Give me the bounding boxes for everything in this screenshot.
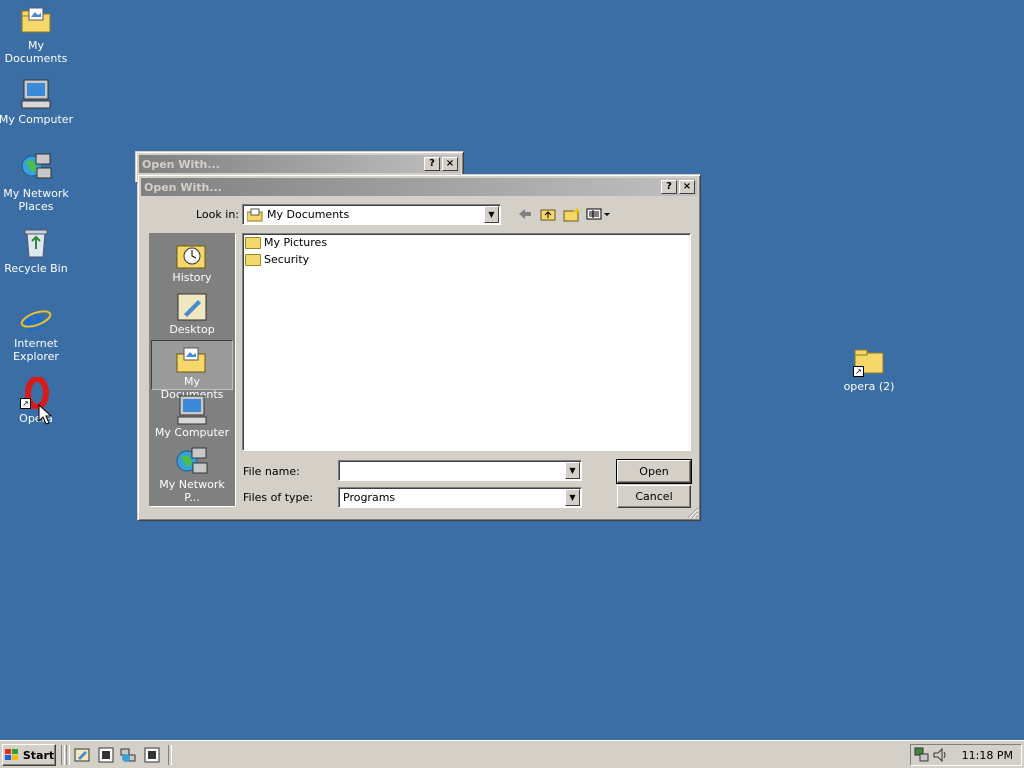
- desktop-icon-my-computer[interactable]: My Computer: [0, 78, 74, 126]
- file-name-field[interactable]: ▼: [338, 460, 582, 481]
- start-button[interactable]: Start: [2, 744, 56, 766]
- system-tray: 11:18 PM: [910, 744, 1022, 766]
- desktop-icon-label: Opera: [19, 412, 53, 425]
- my-documents-icon: [176, 344, 208, 374]
- files-of-type-dropdown[interactable]: Programs ▼: [338, 487, 582, 508]
- network-status-icon[interactable]: [914, 747, 930, 763]
- places-label: My Computer: [154, 426, 230, 439]
- open-button[interactable]: Open: [616, 459, 692, 484]
- desktop-icon-label: Internet Explorer: [13, 337, 59, 363]
- desktop-icon-opera[interactable]: ↗ Opera: [0, 376, 74, 425]
- desktop-icon-internet-explorer[interactable]: e Internet Explorer: [0, 302, 74, 363]
- recycle-bin-icon: [20, 227, 52, 259]
- places-my-documents[interactable]: My Documents: [151, 340, 233, 401]
- places-history[interactable]: History: [151, 237, 233, 287]
- file-item-label: My Pictures: [264, 236, 328, 249]
- history-icon: [176, 240, 208, 270]
- dialog-title-bar[interactable]: Open With... ? ×: [141, 178, 697, 196]
- close-icon: ×: [445, 158, 455, 169]
- start-label: Start: [22, 748, 55, 762]
- open-button-label: Open: [639, 465, 669, 478]
- shortcut-arrow-icon: ↗: [20, 398, 31, 409]
- view-menu-icon[interactable]: [586, 208, 612, 220]
- window-title: Open With...: [142, 157, 220, 171]
- close-icon: ×: [682, 181, 692, 192]
- places-label: Desktop: [169, 323, 215, 336]
- cancel-button[interactable]: Cancel: [617, 485, 691, 508]
- svg-text:e: e: [24, 303, 43, 334]
- taskbar-separator: [61, 745, 65, 765]
- my-documents-small-icon: [247, 208, 263, 222]
- up-folder-icon[interactable]: [540, 207, 556, 221]
- clock: 11:18 PM: [961, 749, 1013, 762]
- help-glyph: ?: [429, 158, 435, 169]
- files-of-type-value: Programs: [343, 491, 396, 504]
- desktop-icon-label: My Documents: [4, 39, 68, 65]
- chevron-down-icon[interactable]: ▼: [484, 206, 499, 223]
- cancel-button-label: Cancel: [635, 490, 673, 503]
- desktop-icon-label: My Network Places: [3, 187, 69, 213]
- show-desktop-icon[interactable]: [74, 747, 90, 763]
- my-documents-icon: [20, 4, 52, 36]
- look-in-label: Look in:: [196, 208, 239, 221]
- desktop-icon-label: opera (2): [843, 380, 895, 393]
- desktop-icon-recycle-bin[interactable]: Recycle Bin: [0, 227, 74, 275]
- desktop-icon-label: Recycle Bin: [4, 262, 68, 275]
- taskbar: Start 11:18 PM: [0, 740, 1024, 768]
- chevron-down-icon[interactable]: ▼: [565, 462, 580, 479]
- mouse-cursor-icon: [38, 404, 52, 425]
- list-item[interactable]: Security: [245, 253, 309, 266]
- chevron-down-icon[interactable]: ▼: [565, 489, 580, 506]
- places-my-computer[interactable]: My Computer: [151, 392, 233, 442]
- places-my-network-places[interactable]: My Network P...: [151, 444, 233, 504]
- shortcut-arrow-icon: ↗: [853, 366, 864, 377]
- files-of-type-label: Files of type:: [243, 491, 314, 504]
- resize-grip-icon[interactable]: [687, 507, 699, 519]
- places-desktop[interactable]: Desktop: [151, 289, 233, 339]
- desktop-icon-my-documents[interactable]: My Documents: [0, 4, 74, 65]
- desktop-icon-my-network-places[interactable]: My Network Places: [0, 152, 74, 213]
- file-list[interactable]: My Pictures Security: [242, 233, 691, 451]
- list-item[interactable]: My Pictures: [245, 236, 327, 249]
- open-with-dialog: Open With... ? × Look in: My Documents ▼…: [137, 174, 701, 521]
- help-glyph: ?: [666, 181, 672, 192]
- folder-icon: [245, 253, 261, 266]
- background-title-bar[interactable]: Open With... ? ×: [139, 155, 460, 173]
- quick-launch-shortcut-icon[interactable]: [98, 747, 114, 763]
- folder-icon: [245, 236, 261, 249]
- network-places-icon: [176, 447, 208, 477]
- desktop-icon-opera-2[interactable]: ↗ opera (2): [831, 345, 907, 393]
- close-button[interactable]: ×: [442, 157, 458, 171]
- desktop-icon: [176, 292, 208, 322]
- help-button[interactable]: ?: [424, 157, 440, 171]
- new-folder-icon[interactable]: [563, 206, 581, 222]
- desktop-icon-label: My Computer: [0, 113, 74, 126]
- places-bar: History Desktop My Documents My Computer…: [149, 233, 236, 507]
- back-icon[interactable]: [518, 208, 532, 220]
- computer-icon: [20, 78, 52, 110]
- volume-icon[interactable]: [932, 747, 948, 763]
- dialog-title: Open With...: [144, 180, 222, 194]
- places-label: History: [172, 271, 212, 284]
- close-button[interactable]: ×: [679, 180, 695, 194]
- internet-explorer-icon: e: [20, 302, 52, 338]
- taskbar-separator: [66, 745, 70, 765]
- look-in-dropdown[interactable]: My Documents ▼: [242, 204, 501, 225]
- file-name-label: File name:: [243, 465, 300, 478]
- computer-icon: [176, 395, 208, 425]
- file-item-label: Security: [264, 253, 310, 266]
- network-places-icon: [20, 152, 52, 184]
- folder-icon: ↗: [853, 345, 885, 377]
- places-label: My Network P...: [159, 478, 225, 504]
- quick-launch-network-icon[interactable]: [120, 747, 136, 763]
- windows-logo-icon: [4, 749, 18, 760]
- look-in-value: My Documents: [267, 208, 350, 221]
- quick-launch-shortcut-icon[interactable]: [144, 747, 160, 763]
- help-button[interactable]: ?: [661, 180, 677, 194]
- taskbar-separator: [168, 745, 172, 765]
